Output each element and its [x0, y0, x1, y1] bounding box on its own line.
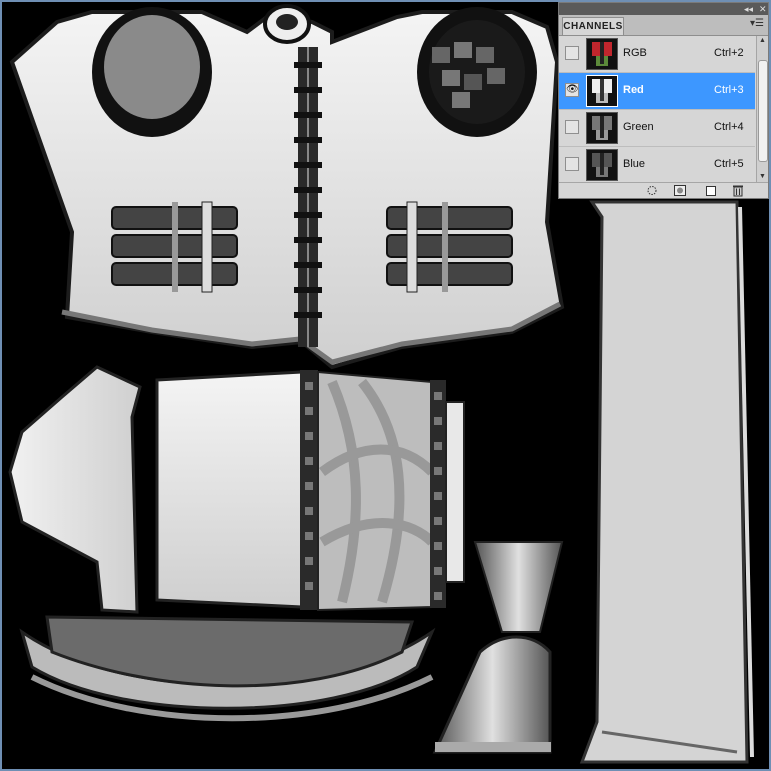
channel-name: Blue	[623, 158, 646, 170]
channel-row-green[interactable]: Green Ctrl+4	[559, 110, 755, 147]
save-selection-icon[interactable]	[673, 184, 687, 197]
vest-texture	[9, 4, 565, 370]
panel-footer	[559, 182, 768, 198]
new-channel-icon[interactable]	[704, 184, 718, 197]
panel-menu-icon[interactable]: ▾☰	[750, 18, 764, 29]
scroll-down-icon[interactable]: ▼	[757, 172, 768, 182]
close-icon[interactable]: ✕	[759, 3, 767, 15]
channel-row-rgb[interactable]: RGB Ctrl+2	[559, 36, 755, 73]
scroll-up-icon[interactable]: ▲	[757, 36, 768, 46]
channel-shortcut: Ctrl+5	[714, 158, 744, 170]
channel-thumbnail	[586, 149, 618, 181]
panel-title-bar[interactable]: ◂◂ ✕	[559, 3, 768, 15]
channel-shortcut: Ctrl+3	[714, 84, 744, 96]
channel-row-blue[interactable]: Blue Ctrl+5	[559, 147, 755, 184]
channel-name: RGB	[623, 47, 647, 59]
channel-shortcut: Ctrl+2	[714, 47, 744, 59]
sleeve-texture	[8, 365, 142, 614]
visibility-toggle[interactable]	[565, 46, 579, 60]
load-selection-icon[interactable]	[645, 184, 659, 197]
channel-list: RGB Ctrl+2 👁 Red Ctrl+3 Green Ctrl+4 Blu…	[559, 36, 755, 184]
visibility-toggle[interactable]	[565, 157, 579, 171]
scroll-thumb[interactable]	[758, 60, 768, 162]
channel-name: Green	[623, 121, 654, 133]
channels-panel: ◂◂ ✕ CHANNELS ▾☰ RGB Ctrl+2 👁 Red Ctrl+3	[558, 2, 769, 199]
channel-thumbnail	[586, 75, 618, 107]
channel-thumbnail	[586, 112, 618, 144]
channel-thumbnail	[586, 38, 618, 70]
panel-tab-row: CHANNELS ▾☰	[559, 15, 768, 36]
visibility-toggle[interactable]	[565, 120, 579, 134]
trash-icon[interactable]	[731, 184, 745, 197]
panel-scrollbar[interactable]: ▲ ▼	[756, 36, 768, 182]
corset-texture	[155, 370, 465, 612]
tab-channels[interactable]: CHANNELS	[562, 17, 624, 35]
channel-name: Red	[623, 84, 644, 96]
eye-icon[interactable]: 👁	[565, 83, 579, 97]
double-chevron-icon[interactable]: ◂◂	[744, 3, 753, 15]
channel-row-red[interactable]: 👁 Red Ctrl+3	[559, 73, 755, 110]
channel-shortcut: Ctrl+4	[714, 121, 744, 133]
skirt-texture	[19, 615, 436, 722]
strip-texture	[579, 200, 754, 764]
